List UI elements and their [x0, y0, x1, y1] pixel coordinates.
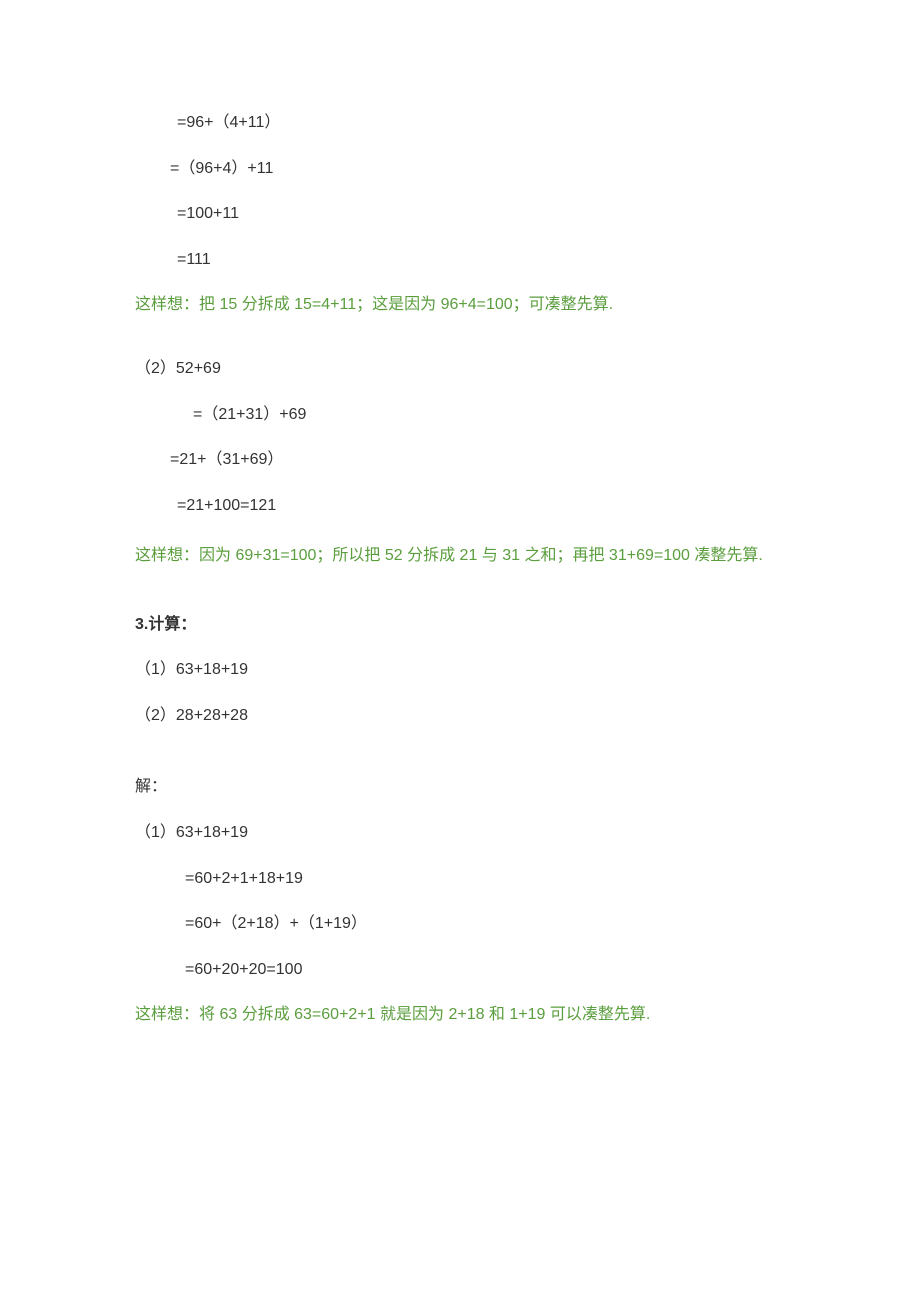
problem2-step1: =（21+31）+69	[135, 402, 785, 428]
problem3-a1-title: （1）63+18+19	[135, 820, 785, 846]
answer-label: 解：	[135, 774, 785, 800]
problem3-q2: （2）28+28+28	[135, 703, 785, 729]
problem1-step2: =（96+4）+11	[135, 156, 785, 182]
problem3-q1: （1）63+18+19	[135, 657, 785, 683]
problem3-explanation: 这样想：将 63 分拆成 63=60+2+1 就是因为 2+18 和 1+19 …	[135, 1002, 785, 1028]
problem3-a1-step3: =60+20+20=100	[135, 957, 785, 983]
problem3-a1-step1: =60+2+1+18+19	[135, 866, 785, 892]
problem2-explanation: 这样想：因为 69+31=100；所以把 52 分拆成 21 与 31 之和；再…	[135, 538, 785, 573]
problem2-step3: =21+100=121	[135, 493, 785, 519]
problem2-title: （2）52+69	[135, 356, 785, 382]
problem3-heading: 3.计算：	[135, 612, 785, 638]
problem1-step4: =111	[135, 247, 785, 273]
problem1-explanation: 这样想：把 15 分拆成 15=4+11；这是因为 96+4=100；可凑整先算…	[135, 292, 785, 318]
problem1-step3: =100+11	[135, 201, 785, 227]
problem2-step2: =21+（31+69）	[135, 447, 785, 473]
problem1-step1: =96+（4+11）	[135, 110, 785, 136]
problem3-a1-step2: =60+（2+18）+（1+19）	[135, 911, 785, 937]
